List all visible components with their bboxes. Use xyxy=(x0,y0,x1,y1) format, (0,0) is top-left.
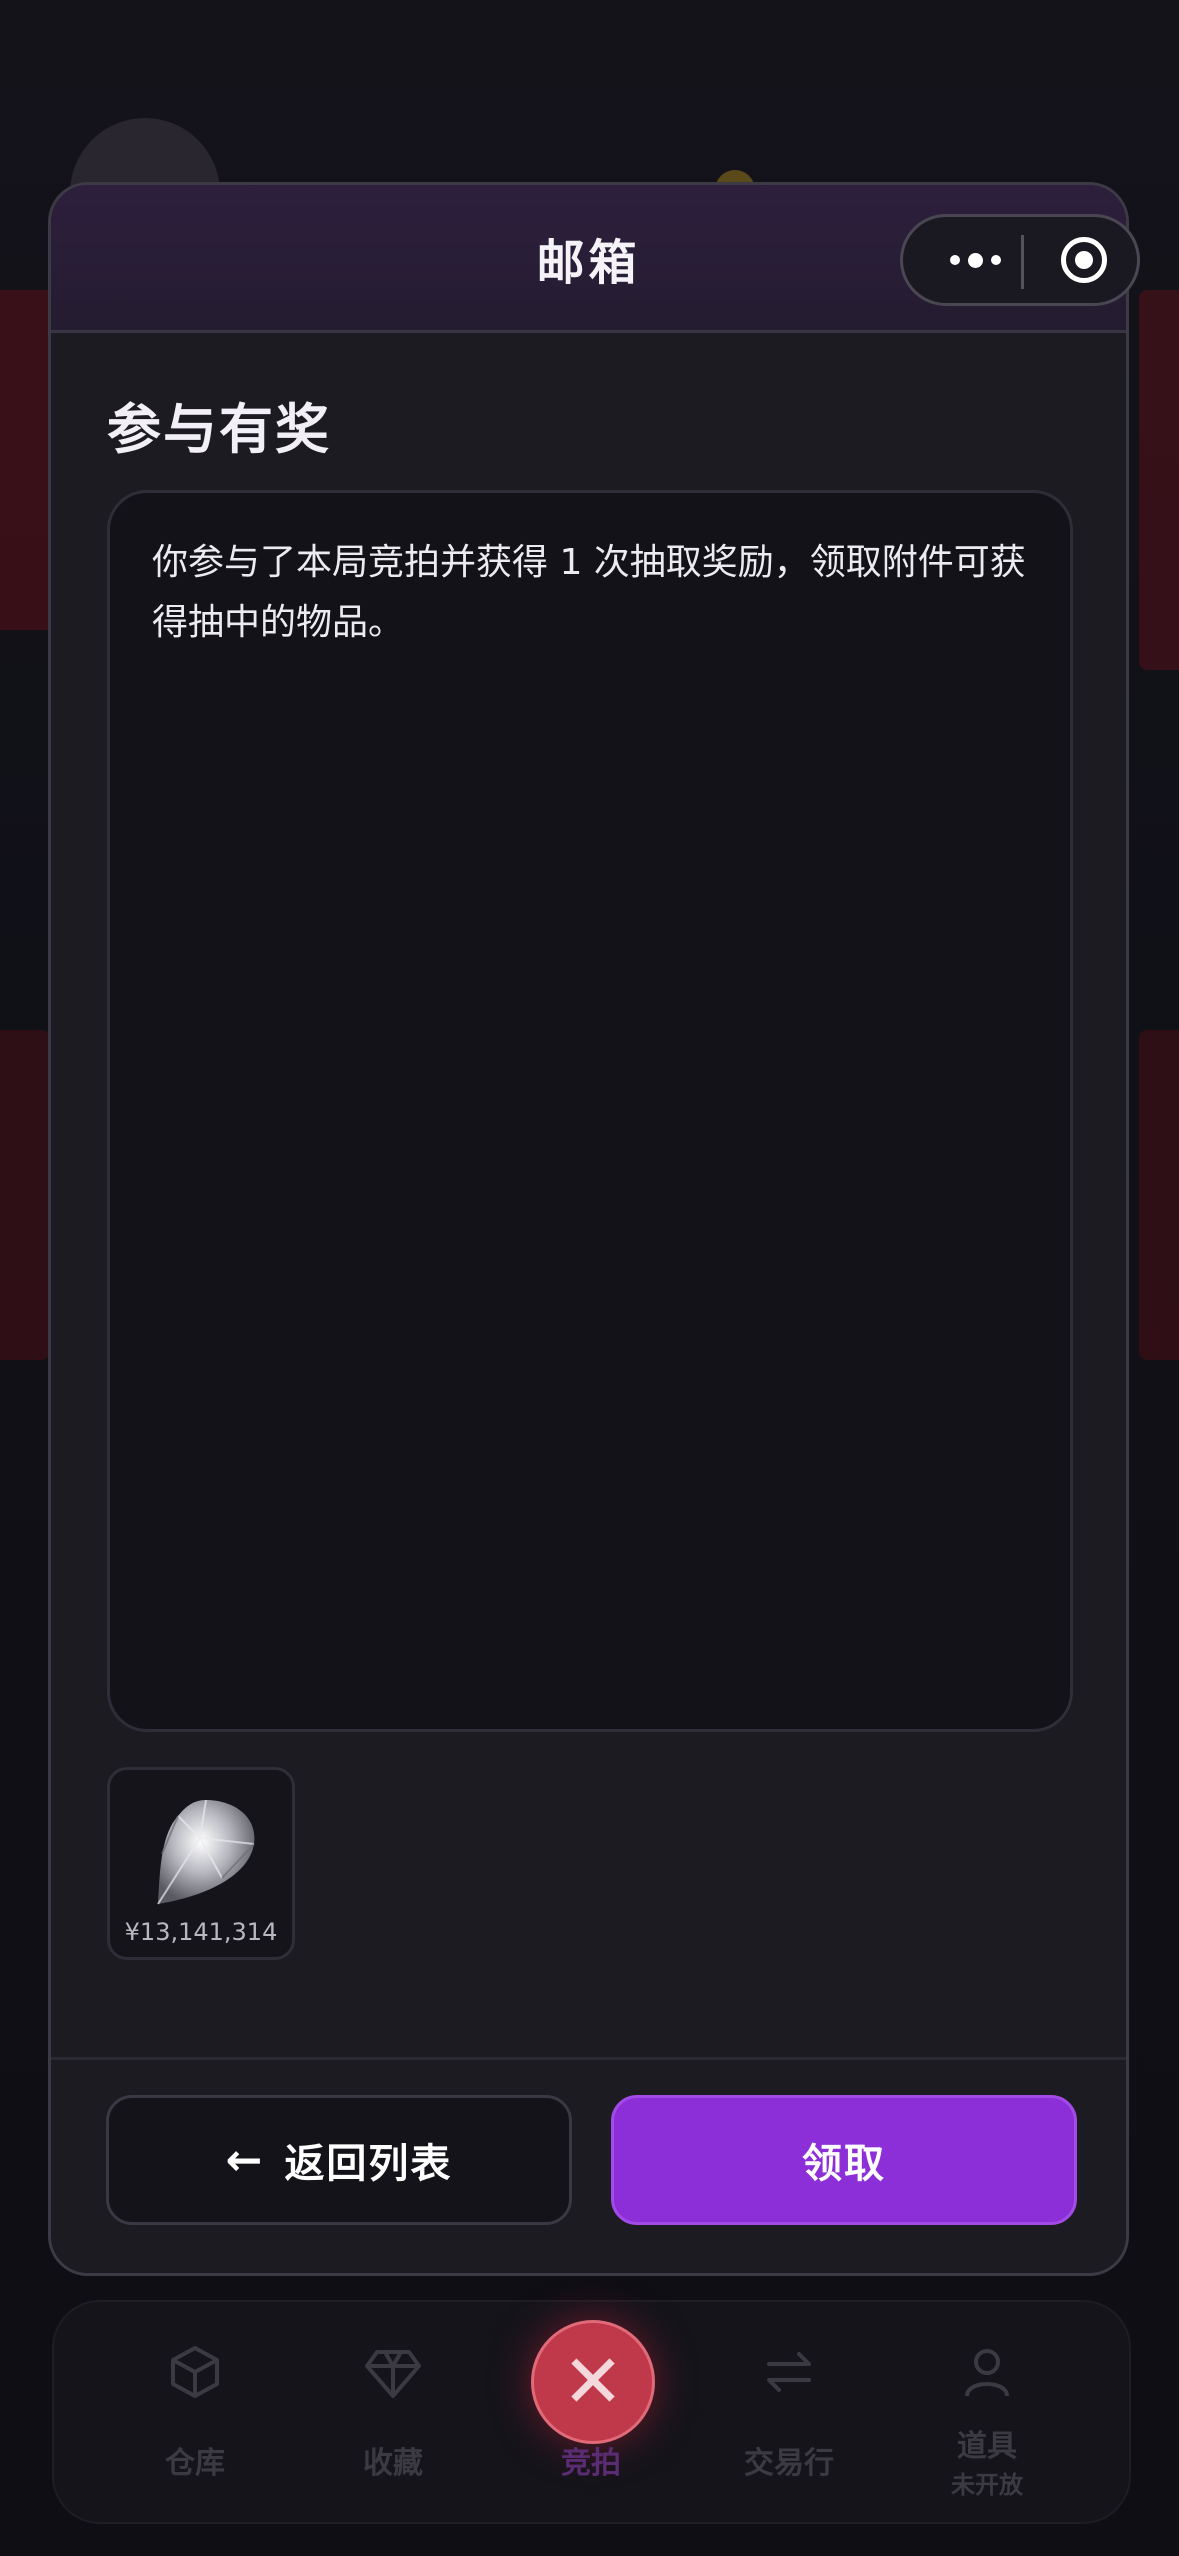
close-miniprogram-icon[interactable] xyxy=(1061,237,1107,283)
tab-items[interactable]: 道具 未开放 xyxy=(912,2302,1062,2522)
tab-label: 仓库 xyxy=(165,2446,225,2481)
swap-icon xyxy=(759,2342,819,2402)
attachment-price: ¥13,141,314 xyxy=(124,1918,278,1946)
close-icon[interactable]: ✕ xyxy=(531,2320,655,2444)
bottom-tab-bar: 仓库 收藏 ✕ 竞拍 交易行 道具 未开放 xyxy=(52,2300,1131,2524)
diamond-gem-icon xyxy=(157,1799,255,1905)
background-decoration xyxy=(1139,1030,1179,1360)
user-icon xyxy=(957,2342,1017,2402)
more-icon[interactable] xyxy=(927,217,1023,303)
tab-label: 道具 xyxy=(957,2429,1017,2464)
tab-sublabel: 未开放 xyxy=(951,2471,1023,2499)
arrow-left-icon: ← xyxy=(225,2134,263,2186)
capsule-divider xyxy=(1021,235,1024,289)
tab-label: 竞拍 xyxy=(561,2446,621,2481)
tab-label: 收藏 xyxy=(363,2446,423,2481)
mail-body-text: 你参与了本局竞拍并获得 1 次抽取奖励，领取附件可获得抽中的物品。 xyxy=(152,542,1026,643)
background-decoration xyxy=(1139,290,1179,670)
claim-button-label: 领取 xyxy=(802,2141,886,2187)
mail-body: 你参与了本局竞拍并获得 1 次抽取奖励，领取附件可获得抽中的物品。 xyxy=(107,490,1073,1732)
claim-button[interactable]: 领取 xyxy=(611,2095,1077,2225)
tab-auction[interactable]: ✕ 竞拍 xyxy=(516,2302,666,2522)
modal-footer: ← 返回列表 领取 xyxy=(51,2057,1126,2273)
tab-warehouse[interactable]: 仓库 xyxy=(120,2302,270,2522)
diamond-icon xyxy=(363,2342,423,2402)
tab-market[interactable]: 交易行 xyxy=(714,2302,864,2522)
mailbox-modal: 邮箱 参与有奖 你参与了本局竞拍并获得 1 次抽取奖励，领取附件可获得抽中的物品… xyxy=(48,182,1129,2276)
back-to-list-button[interactable]: ← 返回列表 xyxy=(106,2095,572,2225)
tab-collection[interactable]: 收藏 xyxy=(318,2302,468,2522)
back-button-label: 返回列表 xyxy=(284,2141,453,2187)
miniprogram-capsule xyxy=(900,214,1140,306)
box-icon xyxy=(165,2342,225,2402)
background-decoration xyxy=(0,1030,50,1360)
attachment-item[interactable]: ¥13,141,314 xyxy=(107,1767,295,1960)
tab-label: 交易行 xyxy=(744,2446,834,2481)
mail-title: 参与有奖 xyxy=(107,398,331,461)
